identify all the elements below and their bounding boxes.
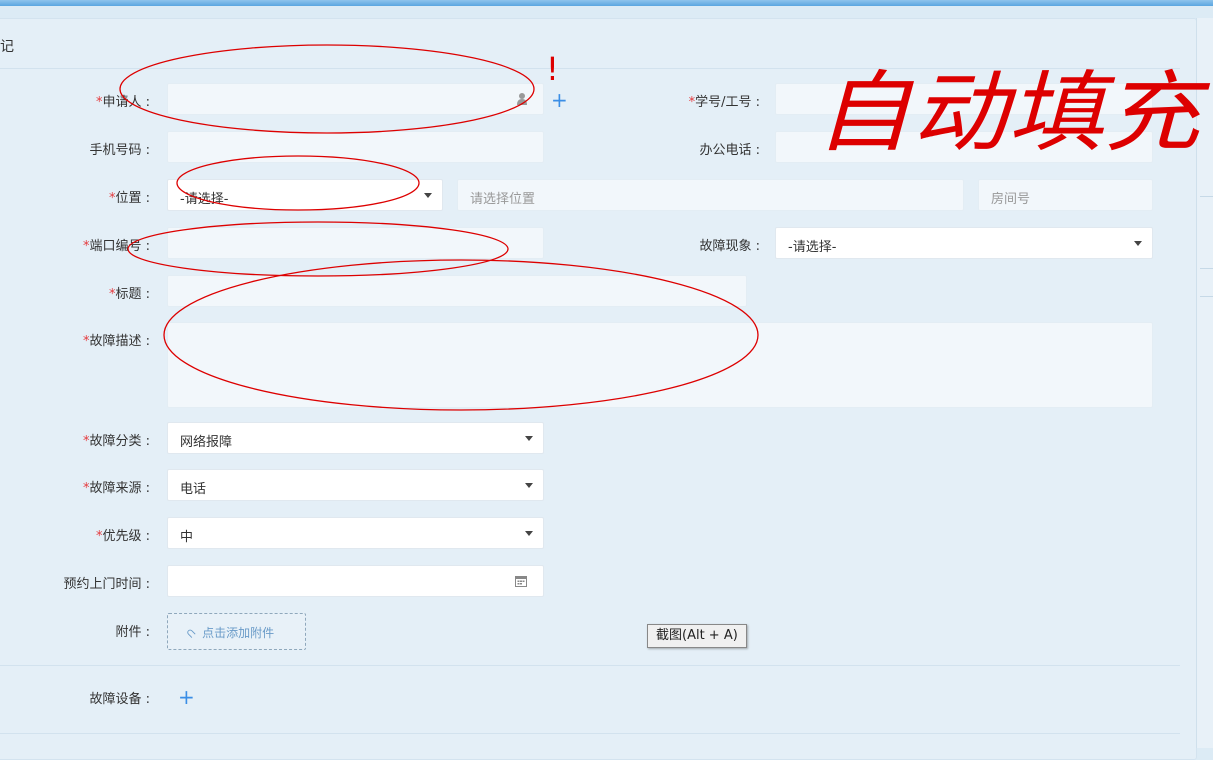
mobile-input[interactable] xyxy=(167,131,544,163)
person-icon[interactable] xyxy=(517,93,527,105)
category-select[interactable]: 网络报障 xyxy=(167,422,544,454)
source-label: *故障来源 : xyxy=(82,481,150,496)
office-phone-label: 办公电话 : xyxy=(699,143,760,158)
title-label: *标题 : xyxy=(108,287,150,302)
category-select-value: 网络报障 xyxy=(180,435,233,450)
symptom-select[interactable]: -请选择- xyxy=(775,227,1153,259)
location-label: *位置 : xyxy=(108,191,150,206)
appointment-label: 预约上门时间 : xyxy=(63,577,150,592)
panel-title: 记 xyxy=(0,39,14,55)
top-bar xyxy=(0,0,1213,6)
location-select[interactable]: -请选择- xyxy=(167,179,443,211)
category-label: *故障分类 : xyxy=(82,434,150,449)
bottom-divider xyxy=(0,733,1180,734)
location-select-value: -请选择- xyxy=(180,192,229,207)
student-id-label: *学号/工号 : xyxy=(688,95,760,110)
chevron-down-icon xyxy=(424,193,432,198)
add-applicant-plus-icon[interactable]: + xyxy=(551,90,568,110)
section-divider xyxy=(0,665,1180,666)
location-detail-placeholder: 请选择位置 xyxy=(470,192,536,207)
chevron-down-icon xyxy=(525,531,533,536)
add-device-plus-icon[interactable]: + xyxy=(178,687,195,707)
description-label: *故障描述 : xyxy=(82,334,150,349)
port-label: *端口编号 : xyxy=(82,239,150,254)
calendar-icon[interactable] xyxy=(515,575,527,587)
port-input[interactable] xyxy=(167,227,544,259)
title-input[interactable] xyxy=(167,275,747,307)
room-number-placeholder: 房间号 xyxy=(991,192,1031,207)
room-number-input[interactable]: 房间号 xyxy=(978,179,1153,211)
office-phone-input[interactable] xyxy=(775,131,1153,163)
header-divider xyxy=(0,68,1180,69)
side-panel-edge xyxy=(1196,18,1213,748)
side-divider xyxy=(1200,268,1213,269)
mobile-label: 手机号码 : xyxy=(89,143,150,158)
student-id-input[interactable] xyxy=(775,83,1153,115)
chevron-down-icon xyxy=(1134,241,1142,246)
description-textarea[interactable] xyxy=(167,322,1153,408)
screenshot-tooltip: 截图(Alt + A) xyxy=(647,624,747,648)
applicant-input[interactable] xyxy=(167,83,544,115)
applicant-label: *申请人 : xyxy=(95,95,150,110)
priority-select[interactable]: 中 xyxy=(167,517,544,549)
chevron-down-icon xyxy=(525,436,533,441)
symptom-label: 故障现象 : xyxy=(699,239,760,254)
priority-label: *优先级 : xyxy=(95,529,150,544)
appointment-datetime-input[interactable] xyxy=(167,565,544,597)
symptom-select-value: -请选择- xyxy=(788,240,837,255)
add-attachment-label: 点击添加附件 xyxy=(202,626,275,640)
location-detail-input[interactable]: 请选择位置 xyxy=(457,179,964,211)
side-divider xyxy=(1200,296,1213,297)
source-select-value: 电话 xyxy=(180,482,207,497)
paperclip-icon: ⊂ xyxy=(182,624,200,642)
attachment-label: 附件 : xyxy=(115,625,150,640)
chevron-down-icon xyxy=(525,483,533,488)
source-select[interactable]: 电话 xyxy=(167,469,544,501)
side-divider xyxy=(1200,196,1213,197)
add-attachment-button[interactable]: ⊂ 点击添加附件 xyxy=(167,613,306,650)
devices-label: 故障设备 : xyxy=(89,692,150,707)
priority-select-value: 中 xyxy=(180,530,194,545)
